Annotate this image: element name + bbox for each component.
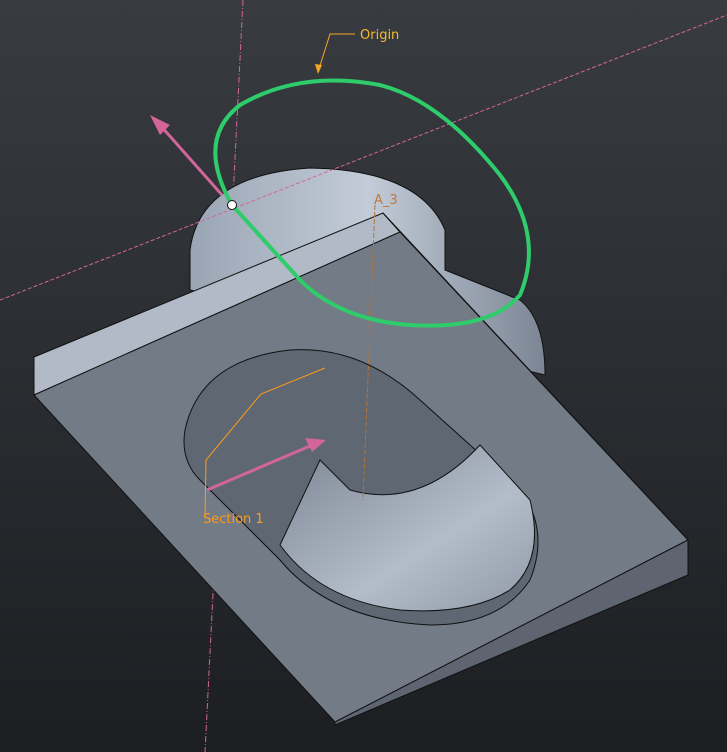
section-label[interactable]: Section 1 (203, 512, 264, 527)
axis-a3-label[interactable]: A_3 (374, 193, 398, 208)
model-view[interactable]: A_3 Section 1 Origin (0, 0, 727, 752)
cad-viewport[interactable]: A_3 Section 1 Origin (0, 0, 727, 752)
leader-arrow-icon (315, 64, 322, 74)
origin-label[interactable]: Origin (360, 28, 399, 43)
normal-arrow-shaft[interactable] (158, 124, 224, 196)
origin-point[interactable] (227, 200, 237, 210)
origin-leader (317, 33, 355, 73)
